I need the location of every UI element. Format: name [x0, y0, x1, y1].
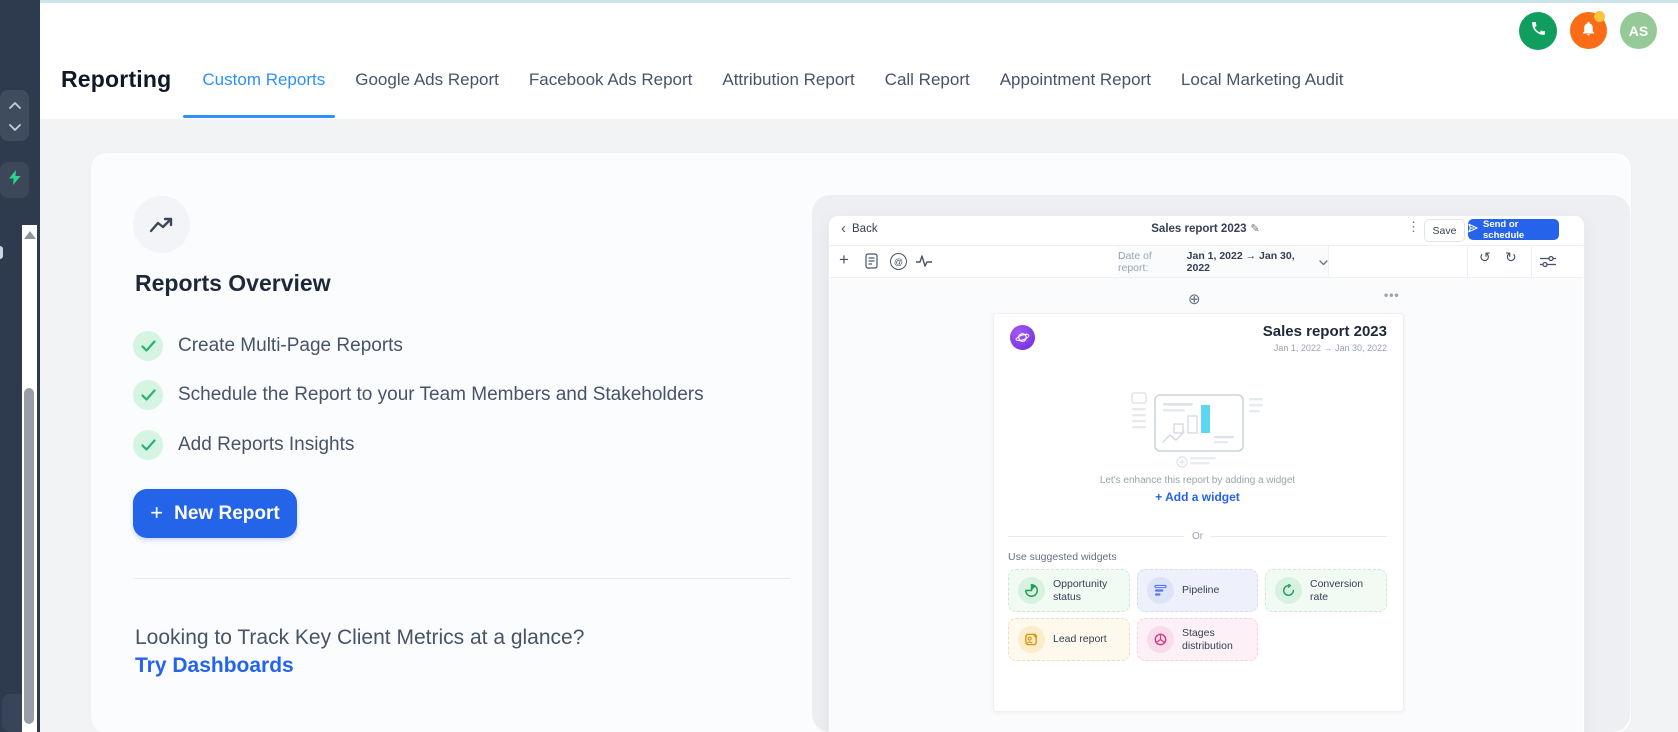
activity-pulse-icon[interactable] [915, 254, 933, 273]
phone-button[interactable] [1519, 12, 1557, 50]
active-tab-underline [183, 115, 335, 118]
undo-icon[interactable]: ↺ [1479, 250, 1491, 264]
chevron-down-icon [1319, 253, 1328, 271]
edit-pencil-icon[interactable]: ✎ [1251, 223, 1260, 235]
send-or-schedule-button[interactable]: Send or schedule [1468, 218, 1559, 241]
toolbar-divider [1328, 246, 1329, 277]
funnel-icon [1147, 577, 1174, 604]
add-widget-link[interactable]: + Add a widget [993, 490, 1402, 504]
settings-sliders-icon[interactable] [1540, 255, 1556, 273]
chevron-down-icon [8, 118, 21, 136]
more-options-icon[interactable]: ⋮ [1407, 219, 1420, 235]
widget-label: Lead report [1053, 633, 1107, 646]
metrics-question: Looking to Track Key Client Metrics at a… [135, 626, 585, 649]
sidebar-collapse-button[interactable] [0, 90, 29, 141]
tab-custom-reports[interactable]: Custom Reports [202, 70, 325, 90]
widget-opportunity-status[interactable]: Opportunity status [1008, 569, 1130, 612]
user-avatar[interactable]: AS [1620, 12, 1657, 49]
pie-chart-icon [1018, 577, 1045, 604]
tab-attribution-report[interactable]: Attribution Report [722, 70, 854, 90]
send-icon [1468, 223, 1478, 236]
lightning-icon [8, 170, 21, 190]
canvas-report-title: Sales report 2023 [1262, 323, 1387, 340]
add-element-icon[interactable]: + [839, 251, 849, 268]
tab-call-report[interactable]: Call Report [885, 70, 970, 90]
feature-text: Create Multi-Page Reports [178, 335, 403, 356]
phone-icon [1530, 20, 1547, 42]
new-report-button[interactable]: + New Report [133, 489, 297, 538]
feature-item: Add Reports Insights [133, 430, 354, 460]
feature-item: Schedule the Report to your Team Members… [133, 380, 704, 410]
empty-state-hint: Let's enhance this report by adding a wi… [1099, 475, 1296, 486]
check-icon [133, 380, 163, 410]
widget-conversion-rate[interactable]: Conversion rate [1265, 569, 1387, 612]
notification-badge [1594, 11, 1605, 22]
tab-bar: Custom Reports Google Ads Report Faceboo… [202, 70, 1343, 90]
notes-icon[interactable] [865, 253, 878, 274]
date-value: Jan 1, 2022 → Jan 30, 2022 [1186, 249, 1295, 274]
date-label: Date of report: [1118, 249, 1152, 274]
redo-icon[interactable]: ↻ [1505, 250, 1517, 264]
widget-pipeline[interactable]: Pipeline [1137, 569, 1258, 612]
check-icon [133, 331, 163, 361]
add-page-icon[interactable]: ⊕ [1188, 290, 1201, 308]
sidebar-quick-actions-button[interactable] [0, 162, 29, 198]
plus-icon: + [1155, 490, 1163, 504]
empty-report-illustration [1130, 390, 1265, 475]
or-label: Or [1191, 531, 1204, 542]
lead-card-icon [1018, 626, 1045, 653]
suggested-widgets-label: Use suggested widgets [1008, 551, 1117, 563]
donut-icon [1147, 626, 1174, 653]
toolbar-divider [1467, 246, 1468, 277]
widget-label: Opportunity status [1053, 577, 1108, 603]
app-root: Reporting Custom Reports Google Ads Repo… [0, 0, 1678, 732]
widget-label: Conversion rate [1310, 577, 1364, 603]
section-divider [133, 578, 790, 579]
widget-label: Stages distribution [1182, 626, 1233, 652]
trending-up-icon [133, 196, 190, 253]
tab-facebook-ads-report[interactable]: Facebook Ads Report [529, 70, 692, 90]
canvas-date-range: Jan 1, 2022 → Jan 30, 2022 [1273, 343, 1387, 353]
overview-heading: Reports Overview [135, 270, 331, 296]
mention-icon[interactable]: @ [890, 253, 907, 270]
new-report-label: New Report [174, 502, 280, 524]
check-icon [133, 430, 163, 460]
sidebar-active-indicator [0, 246, 3, 259]
save-button[interactable]: Save [1424, 219, 1465, 242]
scrollbar-thumb[interactable] [24, 388, 34, 724]
feature-text: Add Reports Insights [178, 434, 355, 455]
or-divider: Or [1008, 531, 1388, 542]
plus-icon: + [150, 499, 164, 525]
refresh-icon [1275, 577, 1302, 604]
toolbar-divider [1531, 246, 1532, 277]
feature-text: Schedule the Report to your Team Members… [178, 384, 704, 405]
report-logo [1010, 325, 1035, 350]
date-range-picker[interactable]: Date of report: Jan 1, 2022 → Jan 30, 20… [1118, 246, 1328, 277]
feature-item: Create Multi-Page Reports [133, 331, 403, 361]
widget-stages-distribution[interactable]: Stages distribution [1137, 618, 1258, 661]
send-label: Send or schedule [1483, 218, 1525, 241]
widget-label: Pipeline [1182, 584, 1220, 597]
bell-icon [1580, 20, 1597, 42]
page-options-icon[interactable]: ••• [1384, 288, 1400, 302]
suggested-widgets-grid: Opportunity status Pipeline Conversion r… [1008, 569, 1387, 661]
tab-appointment-report[interactable]: Appointment Report [1000, 70, 1151, 90]
tab-local-marketing-audit[interactable]: Local Marketing Audit [1181, 70, 1344, 90]
chevron-up-icon [8, 96, 21, 114]
header-row: Reporting Custom Reports Google Ads Repo… [61, 40, 1343, 119]
divider-line [1211, 536, 1388, 537]
widget-lead-report[interactable]: Lead report [1008, 618, 1130, 661]
page-title: Reporting [61, 66, 172, 92]
divider-line [1008, 536, 1184, 537]
report-title-text: Sales report 2023 [1151, 223, 1247, 235]
add-widget-label: Add a widget [1165, 490, 1240, 504]
try-dashboards-link[interactable]: Try Dashboards [135, 654, 294, 678]
scrollbar-up-arrow-icon[interactable] [24, 231, 36, 239]
tab-google-ads-report[interactable]: Google Ads Report [355, 70, 499, 90]
